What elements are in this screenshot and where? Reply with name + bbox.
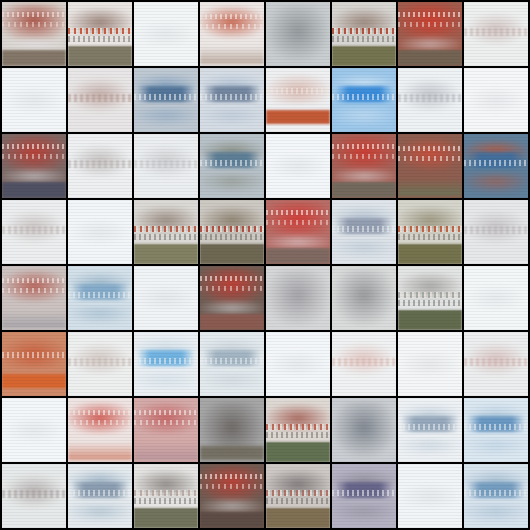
sample-tile [464, 2, 528, 66]
sample-tile [200, 200, 264, 264]
sample-tile [68, 134, 132, 198]
sample-tile [134, 2, 198, 66]
sample-tile [134, 266, 198, 330]
sample-tile [68, 68, 132, 132]
sample-tile [332, 398, 396, 462]
sample-tile [200, 2, 264, 66]
sample-tile [332, 2, 396, 66]
sample-tile [200, 68, 264, 132]
sample-tile [2, 134, 66, 198]
sample-tile [2, 68, 66, 132]
sample-tile [332, 68, 396, 132]
sample-tile [2, 464, 66, 528]
sample-tile [134, 398, 198, 462]
sample-tile [266, 134, 330, 198]
sample-tile [464, 332, 528, 396]
sample-tile [266, 332, 330, 396]
sample-tile [200, 266, 264, 330]
sample-tile [266, 464, 330, 528]
sample-tile [464, 398, 528, 462]
sample-tile [68, 2, 132, 66]
sample-tile [200, 464, 264, 528]
sample-tile [68, 332, 132, 396]
sample-tile [398, 398, 462, 462]
sample-tile [2, 2, 66, 66]
sample-tile [68, 464, 132, 528]
sample-tile [2, 332, 66, 396]
sample-tile [68, 266, 132, 330]
sample-tile [464, 266, 528, 330]
sample-tile [200, 134, 264, 198]
sample-tile [200, 332, 264, 396]
sample-tile [134, 134, 198, 198]
sample-tile [464, 200, 528, 264]
sample-tile [332, 332, 396, 396]
sample-tile [398, 2, 462, 66]
sample-tile [332, 464, 396, 528]
sample-tile [68, 398, 132, 462]
sample-tile [134, 68, 198, 132]
sample-tile [332, 200, 396, 264]
sample-tile [464, 134, 528, 198]
sample-tile [266, 398, 330, 462]
sample-tile [2, 200, 66, 264]
sample-tile [266, 200, 330, 264]
sample-tile [2, 398, 66, 462]
sample-tile [398, 464, 462, 528]
sample-tile [398, 134, 462, 198]
sample-tile [134, 200, 198, 264]
sample-tile [464, 68, 528, 132]
sample-tile [266, 2, 330, 66]
sample-tile [68, 200, 132, 264]
sample-tile [2, 266, 66, 330]
sample-tile [398, 332, 462, 396]
sample-tile [398, 266, 462, 330]
sample-tile [398, 200, 462, 264]
sample-image-grid [0, 0, 530, 530]
sample-tile [332, 266, 396, 330]
sample-tile [332, 134, 396, 198]
sample-tile [464, 464, 528, 528]
sample-tile [134, 464, 198, 528]
sample-tile [134, 332, 198, 396]
sample-tile [200, 398, 264, 462]
sample-tile [266, 266, 330, 330]
sample-tile [398, 68, 462, 132]
sample-tile [266, 68, 330, 132]
